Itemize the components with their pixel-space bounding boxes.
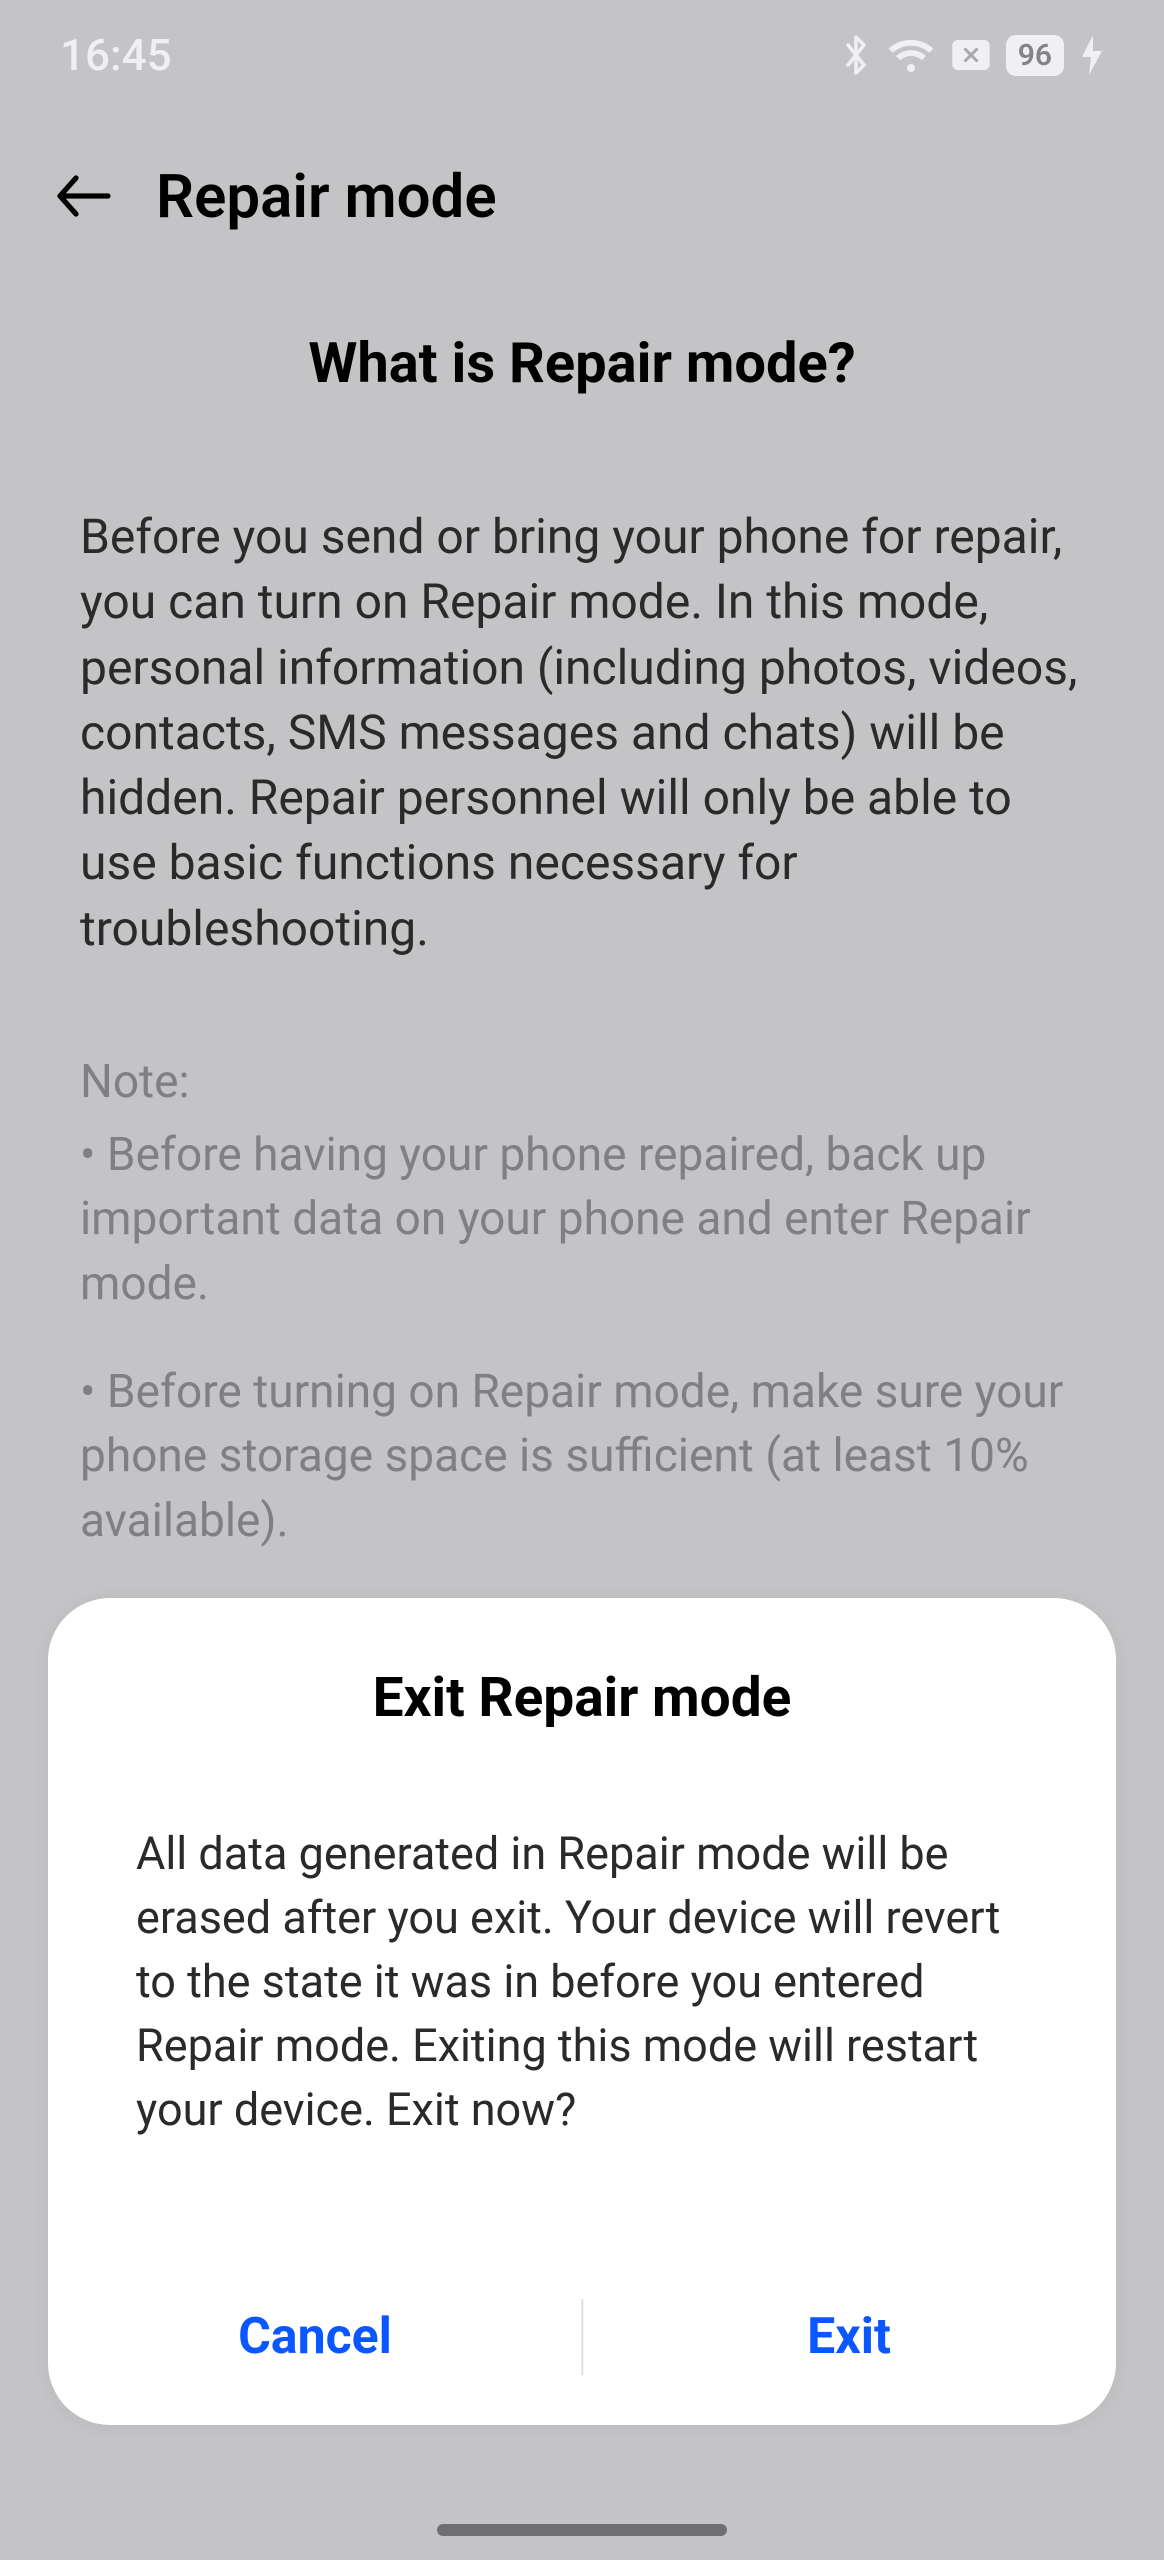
page-title: Repair mode [156, 161, 497, 232]
dialog-title: Exit Repair mode [48, 1666, 1116, 1730]
status-icons: 96 [842, 33, 1104, 77]
exit-dialog: Exit Repair mode All data generated in R… [48, 1598, 1116, 2425]
signal-none-icon [952, 40, 990, 70]
wifi-icon [886, 35, 936, 75]
note-item: • Before having your phone repaired, bac… [80, 1123, 1084, 1316]
note-item: • Before turning on Repair mode, make su… [80, 1360, 1084, 1553]
content-heading: What is Repair mode? [80, 330, 1084, 396]
intro-text: Before you send or bring your phone for … [80, 504, 1084, 961]
battery-value: 96 [1018, 38, 1052, 73]
exit-button[interactable]: Exit [582, 2249, 1116, 2425]
note-heading: Note: [80, 1055, 1084, 1109]
status-bar: 16:45 96 [0, 0, 1164, 110]
charging-icon [1080, 35, 1104, 75]
page-content: What is Repair mode? Before you send or … [0, 330, 1164, 1770]
page-header: Repair mode [0, 160, 1164, 232]
cancel-button[interactable]: Cancel [48, 2249, 582, 2425]
status-time: 16:45 [60, 29, 172, 81]
battery-badge: 96 [1006, 35, 1064, 76]
bluetooth-icon [842, 33, 870, 77]
dialog-buttons: Cancel Exit [48, 2249, 1116, 2425]
dialog-body: All data generated in Repair mode will b… [48, 1822, 1116, 2141]
back-icon[interactable] [48, 160, 120, 232]
home-indicator[interactable] [437, 2524, 727, 2536]
